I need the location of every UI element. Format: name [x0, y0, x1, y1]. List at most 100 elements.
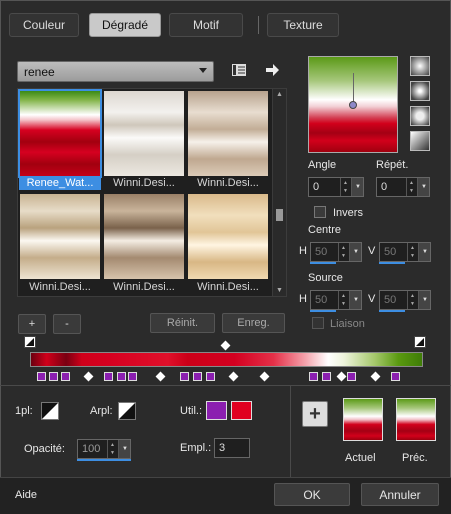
gallery-label: Winni.Desi... — [29, 281, 91, 293]
gallery-scrollbar[interactable]: ▲ ▼ — [272, 89, 286, 296]
book-icon[interactable] — [231, 62, 247, 78]
ipl-style-icon[interactable] — [41, 402, 59, 420]
opacity-stop-right[interactable] — [414, 336, 426, 348]
help-link[interactable]: Aide — [15, 489, 37, 501]
centre-v-label: V — [368, 245, 376, 257]
color-stop[interactable] — [49, 372, 58, 381]
gallery-label: Winni.Desi... — [197, 281, 259, 293]
chevron-down-icon — [199, 68, 207, 73]
source-label: Source — [308, 272, 343, 284]
gallery-thumb-renee[interactable] — [18, 89, 102, 178]
vertical-divider — [290, 386, 291, 477]
user-color-swatch[interactable] — [231, 401, 252, 420]
color-stop[interactable] — [61, 372, 70, 381]
gallery-thumb[interactable] — [104, 91, 184, 176]
centre-v-dropdown-button[interactable] — [418, 243, 430, 261]
rectangular-style-icon[interactable] — [410, 106, 430, 126]
tab-degrade[interactable]: Dégradé — [89, 13, 161, 37]
empl-input[interactable]: 3 — [214, 438, 250, 458]
tab-texture[interactable]: Texture — [267, 13, 339, 37]
opacity-input[interactable]: 100 — [77, 439, 131, 459]
ok-button[interactable]: OK — [274, 483, 350, 506]
source-h-slider[interactable] — [310, 310, 336, 312]
source-v-slider[interactable] — [379, 310, 405, 312]
color-stop[interactable] — [104, 372, 113, 381]
remove-gradient-button[interactable]: - — [53, 314, 81, 334]
repeat-input[interactable]: 0 — [376, 177, 430, 197]
centre-h-slider[interactable] — [310, 262, 336, 264]
gallery-thumb[interactable] — [20, 194, 100, 279]
gallery-label: Winni.Desi... — [113, 177, 175, 189]
gallery-thumb[interactable] — [188, 194, 268, 279]
current-label: Actuel — [345, 452, 376, 464]
stop-color-swatch[interactable] — [206, 401, 227, 420]
cancel-button[interactable]: Annuler — [361, 483, 439, 506]
angle-line — [353, 73, 354, 103]
arpl-style-icon[interactable] — [118, 402, 136, 420]
repeat-dropdown-button[interactable] — [417, 178, 429, 196]
angle-handle[interactable] — [349, 101, 357, 109]
link-checkbox[interactable] — [312, 317, 324, 329]
gallery-thumb[interactable] — [104, 194, 184, 279]
gallery-thumb[interactable] — [188, 91, 268, 176]
previous-gradient-swatch[interactable] — [396, 398, 436, 441]
centre-v-slider[interactable] — [379, 262, 405, 264]
add-gradient-button[interactable]: + — [18, 314, 46, 334]
color-stop[interactable] — [117, 372, 126, 381]
centre-label: Centre — [308, 224, 342, 236]
gallery-label: Renee_Wat... — [19, 177, 101, 190]
source-v-dropdown-button[interactable] — [418, 291, 430, 309]
color-stop[interactable] — [391, 372, 400, 381]
color-stop[interactable] — [206, 372, 215, 381]
save-button[interactable]: Enreg. — [222, 313, 285, 333]
radial-style-icon[interactable] — [410, 81, 430, 101]
color-stop[interactable] — [128, 372, 137, 381]
color-stop[interactable] — [180, 372, 189, 381]
opacity-dropdown-button[interactable] — [118, 440, 130, 458]
opacity-spinner[interactable] — [107, 440, 117, 458]
scroll-up-icon[interactable]: ▲ — [276, 91, 283, 98]
sunburst-style-icon[interactable] — [410, 131, 430, 151]
add-swatch-button[interactable]: + — [302, 401, 328, 427]
gradient-bar[interactable] — [30, 352, 423, 367]
empl-label: Empl.: — [180, 442, 212, 454]
centre-v-spinner[interactable] — [407, 243, 417, 261]
source-h-dropdown-button[interactable] — [349, 291, 361, 309]
color-stop[interactable] — [309, 372, 318, 381]
centre-v-input[interactable]: 50 — [379, 242, 431, 262]
color-stop[interactable] — [193, 372, 202, 381]
source-v-spinner[interactable] — [407, 291, 417, 309]
arrow-right-icon[interactable] — [264, 62, 280, 78]
opacity-label: Opacité: — [24, 443, 65, 455]
opacity-slider[interactable] — [77, 459, 131, 461]
centre-h-input[interactable]: 50 — [310, 242, 362, 262]
source-h-spinner[interactable] — [338, 291, 348, 309]
repeat-spinner[interactable] — [406, 178, 416, 196]
section-divider — [0, 385, 451, 386]
tab-motif[interactable]: Motif — [169, 13, 243, 37]
current-gradient-swatch[interactable] — [343, 398, 383, 441]
repeat-label: Répét. — [376, 159, 409, 171]
source-v-input[interactable]: 50 — [379, 290, 431, 310]
color-stop[interactable] — [347, 372, 356, 381]
scroll-down-icon[interactable]: ▼ — [276, 287, 283, 294]
linear-style-icon[interactable] — [410, 56, 430, 76]
angle-input[interactable]: 0 — [308, 177, 364, 197]
scrollbar-thumb[interactable] — [276, 209, 283, 221]
color-stop[interactable] — [37, 372, 46, 381]
invert-checkbox[interactable] — [314, 206, 326, 218]
color-stop[interactable] — [322, 372, 331, 381]
source-h-input[interactable]: 50 — [310, 290, 362, 310]
tab-couleur[interactable]: Couleur — [9, 13, 79, 37]
centre-h-dropdown-button[interactable] — [349, 243, 361, 261]
gradient-preview[interactable] — [308, 56, 398, 153]
centre-h-spinner[interactable] — [338, 243, 348, 261]
angle-spinner[interactable] — [340, 178, 350, 196]
angle-label: Angle — [308, 159, 337, 171]
plus-icon: + — [309, 402, 321, 425]
opacity-stop-left[interactable] — [24, 336, 36, 348]
reset-button[interactable]: Réinit. — [150, 313, 215, 333]
gradient-dropdown-value: renee — [24, 65, 55, 79]
gradient-dropdown[interactable]: renee — [17, 61, 214, 82]
angle-dropdown-button[interactable] — [351, 178, 363, 196]
